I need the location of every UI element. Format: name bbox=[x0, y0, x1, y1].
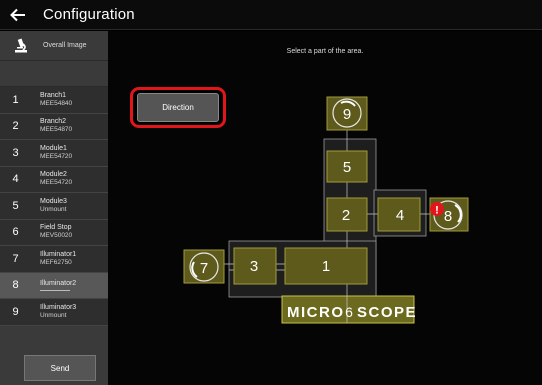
microscope-diagram: 9 5 2 4 8 ! 1 3 7 MICRO 6 SCOPE bbox=[183, 96, 469, 324]
back-arrow-icon[interactable] bbox=[7, 4, 29, 26]
part-5-label: 5 bbox=[343, 159, 351, 176]
item-code: MEV50020 bbox=[40, 232, 73, 240]
item-number: 1 bbox=[12, 93, 19, 106]
item-name: Branch1 bbox=[40, 91, 67, 99]
item-number: 7 bbox=[12, 252, 19, 265]
sidebar-item-list: 1 Branch1 MEE54840 2 Branch2 MEE54870 3 Mo… bbox=[0, 87, 108, 326]
sidebar-item-9[interactable]: 9 Illuminator3 Unmount bbox=[0, 299, 108, 326]
part-7-label: 7 bbox=[200, 260, 208, 277]
item-number: 5 bbox=[12, 199, 19, 212]
sidebar: Overall Image 1 Branch1 MEE54840 2 Branch… bbox=[0, 31, 108, 385]
item-name: Illuminator3 bbox=[40, 303, 77, 311]
part-8-label: 8 bbox=[444, 208, 452, 225]
item-name: Branch2 bbox=[40, 118, 67, 126]
item-name: Illuminator2 bbox=[40, 279, 77, 287]
part-1[interactable]: 1 bbox=[284, 247, 368, 285]
part-1-label: 1 bbox=[322, 258, 330, 275]
item-name: Module3 bbox=[40, 197, 67, 205]
item-name: Field Stop bbox=[40, 224, 72, 232]
part-3[interactable]: 3 bbox=[233, 247, 277, 285]
logo-number: 6 bbox=[345, 304, 353, 320]
logo-text-right: SCOPE bbox=[357, 304, 417, 321]
item-number: 8 bbox=[12, 279, 19, 292]
item-code: Unmount bbox=[40, 205, 67, 213]
item-code: MEE54840 bbox=[40, 99, 73, 107]
sidebar-item-5[interactable]: 5 Module3 Unmount bbox=[0, 193, 108, 220]
sidebar-item-1[interactable]: 1 Branch1 MEE54840 bbox=[0, 87, 108, 114]
part-4-label: 4 bbox=[396, 207, 404, 224]
part-7[interactable]: 7 bbox=[183, 249, 225, 284]
item-number: 6 bbox=[12, 226, 19, 239]
item-name: Illuminator1 bbox=[40, 250, 77, 258]
microscope-icon bbox=[11, 38, 31, 54]
title-bar: Configuration bbox=[0, 0, 542, 30]
overall-image-label: Overall Image bbox=[43, 42, 87, 49]
item-code: MEE54720 bbox=[40, 152, 73, 160]
microscope-logo: MICRO 6 SCOPE bbox=[281, 295, 417, 324]
sidebar-spacer bbox=[0, 61, 108, 87]
main-area: Select a part of the area. Direction 9 5 bbox=[108, 31, 542, 385]
window-title: Configuration bbox=[43, 6, 135, 23]
sidebar-item-2[interactable]: 2 Branch2 MEE54870 bbox=[0, 113, 108, 140]
sidebar-item-6[interactable]: 6 Field Stop MEV50020 bbox=[0, 219, 108, 246]
part-2[interactable]: 2 bbox=[326, 197, 368, 232]
item-code-underline bbox=[40, 289, 70, 291]
item-code: MEE54720 bbox=[40, 179, 73, 187]
item-code: MEE54870 bbox=[40, 126, 73, 134]
item-number: 9 bbox=[12, 305, 19, 318]
sidebar-item-3[interactable]: 3 Module1 MEE54720 bbox=[0, 140, 108, 167]
send-button[interactable]: Send bbox=[24, 355, 96, 381]
logo-text-left: MICRO bbox=[287, 304, 345, 321]
item-number: 3 bbox=[12, 146, 19, 159]
part-3-label: 3 bbox=[250, 258, 258, 275]
part-4[interactable]: 4 bbox=[377, 197, 421, 232]
part-9[interactable]: 9 bbox=[326, 96, 368, 131]
sidebar-item-7[interactable]: 7 Illuminator1 MEF62750 bbox=[0, 246, 108, 273]
item-code: Unmount bbox=[40, 311, 67, 319]
sidebar-item-8[interactable]: 8 Illuminator2 bbox=[0, 272, 108, 299]
item-name: Module1 bbox=[40, 144, 67, 152]
sidebar-item-overall-image[interactable]: Overall Image bbox=[0, 31, 108, 61]
item-name: Module2 bbox=[40, 171, 67, 179]
item-code: MEF62750 bbox=[40, 258, 72, 266]
part-9-label: 9 bbox=[343, 106, 351, 123]
alert-icon-glyph: ! bbox=[435, 205, 439, 217]
item-number: 2 bbox=[12, 120, 19, 133]
part-5[interactable]: 5 bbox=[326, 150, 368, 183]
item-number: 4 bbox=[12, 173, 19, 186]
sidebar-item-4[interactable]: 4 Module2 MEE54720 bbox=[0, 166, 108, 193]
part-2-label: 2 bbox=[342, 207, 350, 224]
